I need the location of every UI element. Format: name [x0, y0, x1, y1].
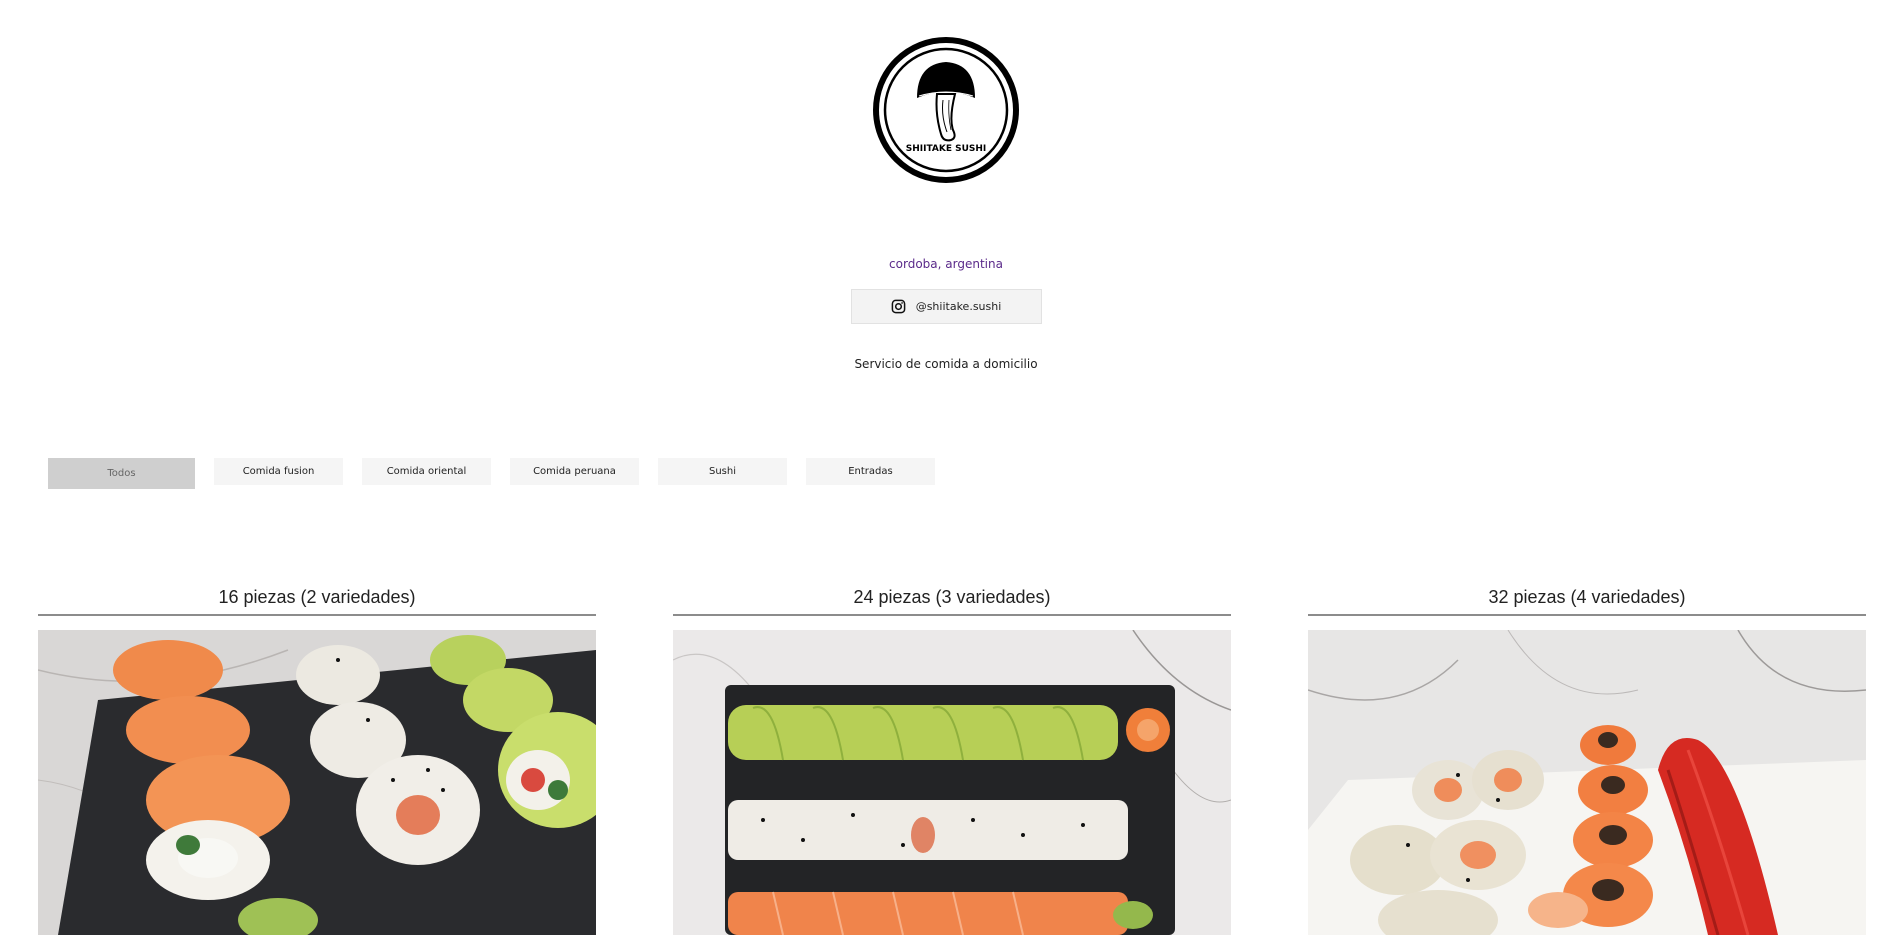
product-grid: 16 piezas (2 variedades) 24 piezas (3 va…	[38, 586, 1866, 935]
shiitake-sushi-logo[interactable]: SHIITAKE SUSHI	[871, 34, 1021, 186]
product-photo-16-piezas[interactable]	[38, 630, 596, 935]
instagram-handle: @shiitake.sushi	[915, 300, 1002, 313]
tagline: Servicio de comida a domicilio	[854, 357, 1038, 371]
svg-text:SHIITAKE SUSHI: SHIITAKE SUSHI	[906, 144, 987, 154]
filter-todos[interactable]: Todos	[48, 458, 195, 489]
product-card[interactable]: 24 piezas (3 variedades)	[673, 586, 1231, 935]
product-title[interactable]: 24 piezas (3 variedades)	[673, 586, 1231, 616]
filter-comida-peruana[interactable]: Comida peruana	[510, 458, 639, 485]
product-card[interactable]: 16 piezas (2 variedades)	[38, 586, 596, 935]
location-link[interactable]: cordoba, argentina	[889, 257, 1003, 271]
category-filters: Todos Comida fusion Comida oriental Comi…	[48, 458, 935, 489]
instagram-button[interactable]: @shiitake.sushi	[850, 289, 1042, 324]
filter-sushi[interactable]: Sushi	[658, 458, 787, 485]
header: SHIITAKE SUSHI cordoba, argentina @shiit…	[0, 0, 1892, 371]
filter-comida-fusion[interactable]: Comida fusion	[214, 458, 343, 485]
product-photo-24-piezas[interactable]	[673, 630, 1231, 935]
product-photo-32-piezas[interactable]	[1308, 630, 1866, 935]
instagram-icon	[891, 299, 906, 314]
filter-comida-oriental[interactable]: Comida oriental	[362, 458, 491, 485]
filter-entradas[interactable]: Entradas	[806, 458, 935, 485]
product-title[interactable]: 32 piezas (4 variedades)	[1308, 586, 1866, 616]
product-card[interactable]: 32 piezas (4 variedades)	[1308, 586, 1866, 935]
product-title[interactable]: 16 piezas (2 variedades)	[38, 586, 596, 616]
